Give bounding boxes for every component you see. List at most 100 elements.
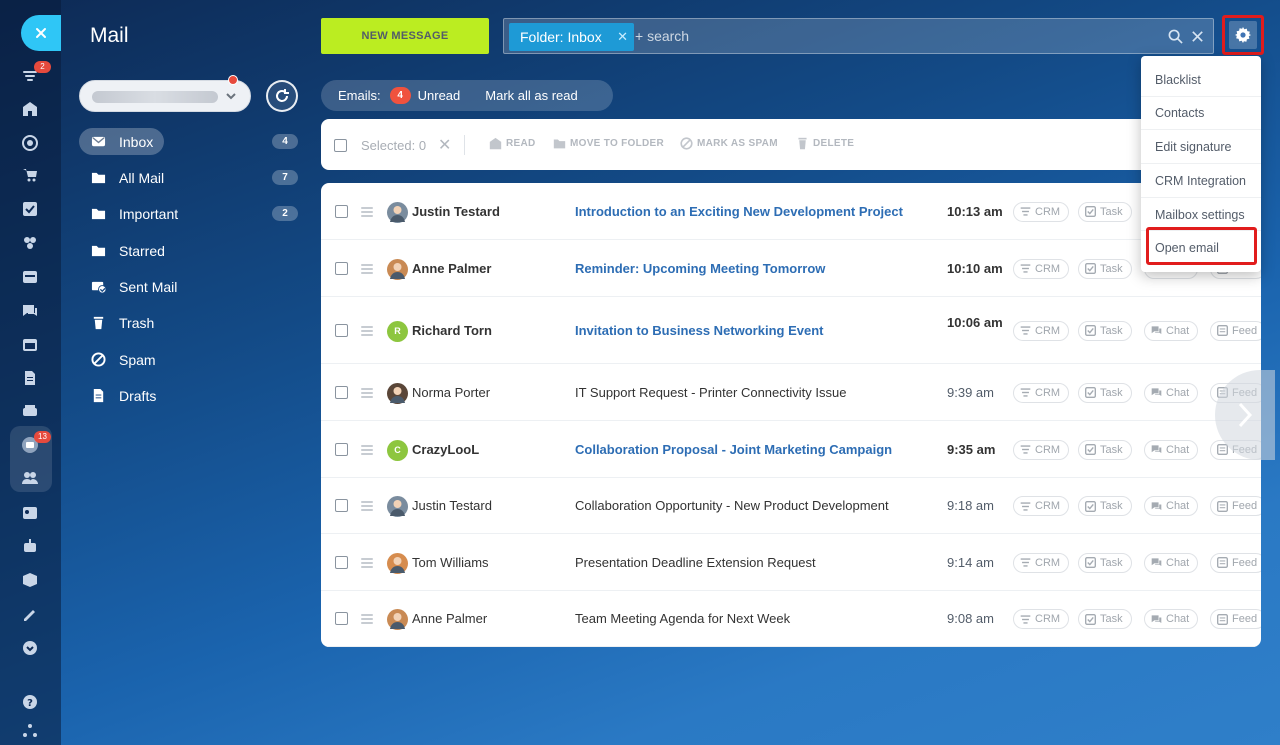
drag-handle-icon[interactable] [361,325,373,338]
row-checkbox[interactable] [335,204,348,218]
folder-filter-chip[interactable]: Folder: Inbox ✕ [509,23,634,51]
menu-item-mailbox-settings[interactable]: Mailbox settings [1155,208,1245,222]
drag-handle-icon[interactable] [361,206,373,219]
clear-selection-icon[interactable]: ✕ [438,135,451,155]
task-action-button[interactable]: Task [1078,320,1132,341]
robot-icon[interactable] [16,532,44,560]
feed-action-button[interactable]: Feed [1210,552,1261,573]
email-subject[interactable]: Collaboration Opportunity - New Product … [575,498,889,513]
calendar-icon[interactable] [16,330,44,358]
cart-icon[interactable] [16,161,44,189]
chat-action-button[interactable]: Chat [1144,609,1199,629]
mailbox-selector[interactable] [79,75,251,112]
folder-all-mail[interactable]: All Mail 7 [79,164,299,191]
chat-action-button[interactable]: Chat [1144,320,1199,341]
sign-icon[interactable] [16,600,44,628]
crm-action-button[interactable]: CRM [1013,552,1070,573]
move-to-folder-button[interactable]: MOVE TO FOLDER [553,137,664,150]
row-checkbox[interactable] [335,499,348,512]
task-action-button[interactable]: Task [1078,552,1132,573]
crm-action-button[interactable]: CRM [1013,258,1070,279]
chat-icon[interactable] [16,297,44,325]
task-action-button[interactable]: Task [1078,258,1132,279]
feed-action-button[interactable]: Feed [1210,496,1261,516]
feed-action-button[interactable]: Feed [1210,320,1261,341]
folder-sent-mail[interactable]: Sent Mail [79,273,299,300]
menu-item-crm-integration[interactable]: CRM Integration [1155,174,1246,188]
read-button[interactable]: READ [489,137,536,150]
email-subject[interactable]: Reminder: Upcoming Meeting Tomorrow [575,261,825,276]
folder-important[interactable]: Important 2 [79,200,299,227]
target-icon[interactable] [16,129,44,157]
email-row[interactable]: Anne Palmer Team Meeting Agenda for Next … [321,591,1261,647]
chat-action-button[interactable]: Chat [1144,382,1199,403]
email-row[interactable]: Norma Porter IT Support Request - Printer… [321,364,1261,421]
email-row[interactable]: Justin Testard Introduction to an Excitin… [321,183,1261,240]
email-subject[interactable]: Team Meeting Agenda for Next Week [575,611,790,626]
close-icon[interactable] [21,15,61,51]
folder-spam[interactable]: Spam [79,346,299,373]
clear-search-icon[interactable] [1190,29,1205,44]
task-action-button[interactable]: Task [1078,382,1132,403]
crm-action-button[interactable]: CRM [1013,496,1070,516]
task-action-button[interactable]: Task [1078,496,1132,516]
sites-icon[interactable] [16,263,44,291]
employees-icon[interactable] [16,464,44,492]
refresh-button[interactable] [266,80,298,112]
folder-starred[interactable]: Starred [79,237,299,264]
email-row[interactable]: R Richard Torn Invitation to Business Netw… [321,297,1261,364]
home-icon[interactable] [16,95,44,123]
mark-as-spam-button[interactable]: MARK AS SPAM [680,137,778,150]
delete-button[interactable]: DELETE [796,137,854,150]
task-action-button[interactable]: Task [1078,201,1132,222]
email-subject[interactable]: Invitation to Business Networking Event [575,323,823,338]
search-input[interactable]: + search [635,28,689,44]
drag-handle-icon[interactable] [361,444,373,457]
network-icon[interactable] [16,717,44,745]
drag-handle-icon[interactable] [361,263,373,276]
row-checkbox[interactable] [335,323,348,337]
drive-icon[interactable] [16,397,44,425]
row-checkbox[interactable] [335,442,348,456]
crm-action-button[interactable]: CRM [1013,609,1070,629]
menu-item-blacklist[interactable]: Blacklist [1155,73,1201,87]
email-row[interactable]: C CrazyLooL Collaboration Proposal - Joint… [321,421,1261,478]
crm-icon[interactable] [16,229,44,257]
settings-button[interactable] [1229,21,1257,49]
menu-item-contacts[interactable]: Contacts [1155,106,1204,120]
folder-drafts[interactable]: Drafts [79,382,299,409]
box-icon[interactable] [16,566,44,594]
task-action-button[interactable]: Task [1078,439,1132,460]
email-subject[interactable]: Introduction to an Exciting New Developm… [575,204,903,219]
folder-inbox[interactable]: Inbox 4 [79,128,299,155]
email-subject[interactable]: Collaboration Proposal - Joint Marketing… [575,442,892,457]
chat-action-button[interactable]: Chat [1144,552,1199,573]
row-checkbox[interactable] [335,555,348,569]
crm-action-button[interactable]: CRM [1013,201,1070,222]
new-message-button[interactable]: NEW MESSAGE [321,18,489,54]
folder-trash[interactable]: Trash [79,309,299,336]
menu-item-edit-signature[interactable]: Edit signature [1155,140,1231,154]
drag-handle-icon[interactable] [361,501,373,513]
drag-handle-icon[interactable] [361,557,373,570]
contact-card-icon[interactable] [16,499,44,527]
chat-action-button[interactable]: Chat [1144,496,1199,516]
row-checkbox[interactable] [335,385,348,399]
feed-action-button[interactable]: Feed [1210,609,1261,629]
chat-action-button[interactable]: Chat [1144,439,1199,460]
email-row[interactable]: Tom Williams Presentation Deadline Extens… [321,534,1261,591]
mark-all-read-link[interactable]: Mark all as read [485,88,577,103]
email-row[interactable]: Justin Testard Collaboration Opportunity … [321,478,1261,534]
remove-filter-icon[interactable]: ✕ [617,29,628,45]
documents-icon[interactable] [16,364,44,392]
search-bar[interactable]: Folder: Inbox ✕ + search [503,18,1214,54]
crm-action-button[interactable]: CRM [1013,320,1070,341]
row-checkbox[interactable] [335,612,348,625]
unread-filter-link[interactable]: Unread [418,88,461,103]
drag-handle-icon[interactable] [361,614,373,626]
email-subject[interactable]: IT Support Request - Printer Connectivit… [575,385,846,400]
email-subject[interactable]: Presentation Deadline Extension Request [575,555,816,570]
crm-action-button[interactable]: CRM [1013,382,1070,403]
more-icon[interactable] [16,634,44,662]
select-all-checkbox[interactable] [334,139,347,152]
